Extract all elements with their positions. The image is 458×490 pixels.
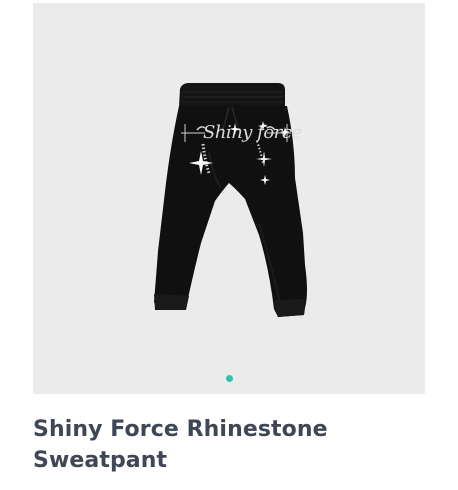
product-title: Shiny Force Rhinestone Sweatpant <box>33 417 328 473</box>
product-page: Shiny force Shiny Force Rhinestone Sweat… <box>0 0 458 490</box>
sweatpant-garment <box>154 83 307 317</box>
product-image-carousel[interactable]: Shiny force <box>33 3 425 394</box>
product-image: Shiny force <box>154 83 307 317</box>
carousel-dot-active[interactable] <box>225 374 233 382</box>
carousel-indicator <box>33 373 425 383</box>
